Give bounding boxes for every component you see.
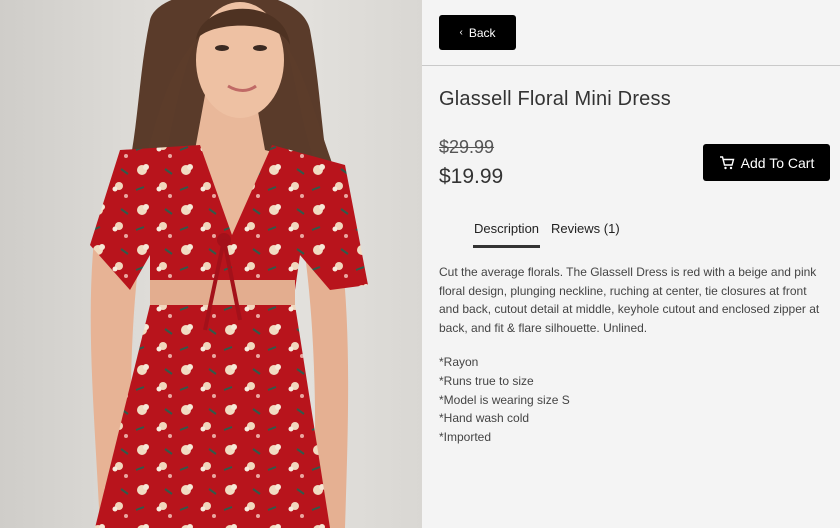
product-title: Glassell Floral Mini Dress [439,88,671,110]
product-tabs: Description Reviews (1) [473,214,621,248]
product-detail-panel: ‹ Back Glassell Floral Mini Dress $29.99… [422,0,840,528]
product-description: Cut the average florals. The Glassell Dr… [439,265,820,335]
list-item: *Rayon [439,355,479,369]
chevron-left-icon: ‹ [459,26,463,38]
add-to-cart-label: Add To Cart [740,154,815,171]
tab-description[interactable]: Description [473,214,541,248]
sale-price: $19.99 [439,165,504,188]
list-item: *Hand wash cold [439,411,530,426]
list-item: *Imported [439,430,492,445]
cart-icon [719,155,735,170]
back-button-label: Back [468,25,496,40]
product-photo-illustration [90,0,368,528]
product-details-list: *Rayon *Runs true to size *Model is wear… [439,353,570,447]
list-item: *Model is wearing size S [439,392,570,407]
add-to-cart-button[interactable]: Add To Cart [703,144,830,181]
top-bar: ‹ Back [422,0,840,66]
list-item: *Runs true to size [439,373,534,388]
back-button[interactable]: ‹ Back [439,15,516,50]
product-image [0,0,422,528]
original-price: $29.99 [439,137,495,157]
tab-reviews[interactable]: Reviews (1) [550,214,621,248]
